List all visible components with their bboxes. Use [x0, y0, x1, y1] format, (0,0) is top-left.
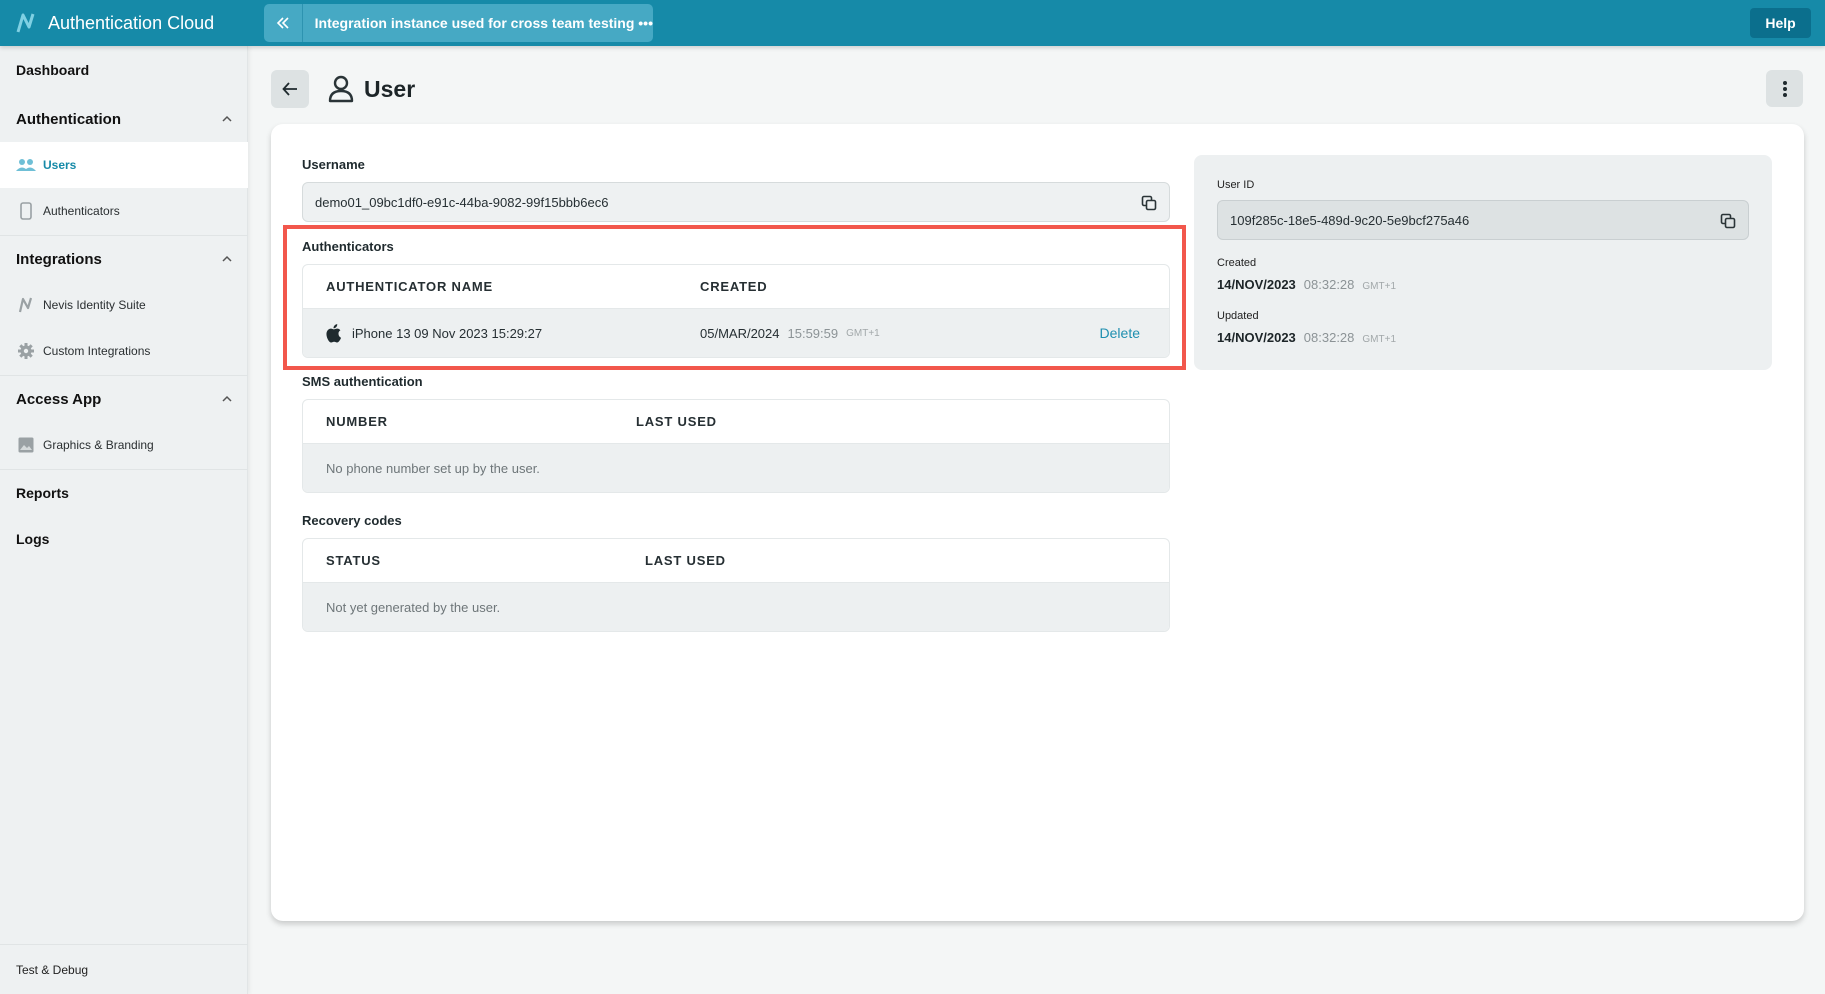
sidebar-divider	[0, 235, 248, 236]
user-id-label: User ID	[1217, 179, 1255, 191]
sidebar-group-label: Integrations	[16, 250, 102, 268]
top-header: Authentication Cloud Integration instanc…	[0, 0, 1825, 46]
sms-table: NUMBER LAST USED No phone number set up …	[302, 399, 1170, 493]
column-header: NUMBER	[326, 414, 388, 429]
created-cell: 05/MAR/2024 15:59:59 GMT+1	[700, 309, 880, 357]
copy-username-button[interactable]	[1139, 193, 1159, 213]
updated-label: Updated	[1217, 310, 1259, 322]
chevron-up-icon	[222, 255, 232, 262]
table-header: STATUS LAST USED	[303, 539, 1169, 583]
sidebar-item-test-debug[interactable]: Test & Debug	[0, 944, 248, 994]
table-row: iPhone 13 09 Nov 2023 15:29:27 05/MAR/20…	[303, 309, 1169, 357]
column-header: LAST USED	[645, 553, 726, 568]
nevis-logo-icon	[16, 13, 35, 33]
sidebar-item-label: Nevis Identity Suite	[43, 298, 146, 312]
username-value: demo01_09bc1df0-e91c-44ba-9082-99f15bbb6…	[315, 194, 609, 210]
updated-timezone: GMT+1	[1362, 334, 1397, 345]
user-id-field[interactable]: 109f285c-18e5-489d-9c20-5e9bcf275a46	[1217, 200, 1749, 240]
created-datetime: 14/NOV/2023 08:32:28 GMT+1	[1217, 277, 1396, 292]
sidebar: Dashboard Authentication Users Authentic…	[0, 46, 248, 994]
recovery-codes-table: STATUS LAST USED Not yet generated by th…	[302, 538, 1170, 632]
created-label: Created	[1217, 257, 1257, 269]
help-button[interactable]: Help	[1750, 8, 1811, 38]
image-icon	[16, 436, 36, 454]
updated-date: 14/NOV/2023	[1217, 330, 1296, 345]
user-icon	[328, 75, 354, 103]
sms-section-title: SMS authentication	[302, 374, 423, 389]
recovery-section-title: Recovery codes	[302, 513, 402, 528]
column-header: STATUS	[326, 553, 381, 568]
sidebar-group-integrations[interactable]: Integrations	[0, 239, 248, 279]
sidebar-group-access-app[interactable]: Access App	[0, 379, 248, 419]
empty-state-text: Not yet generated by the user.	[326, 599, 501, 615]
sidebar-item-reports[interactable]: Reports	[0, 473, 248, 513]
empty-state-text: No phone number set up by the user.	[326, 460, 540, 476]
username-field[interactable]: demo01_09bc1df0-e91c-44ba-9082-99f15bbb6…	[302, 182, 1170, 222]
double-chevron-left-icon	[276, 17, 289, 29]
updated-datetime: 14/NOV/2023 08:32:28 GMT+1	[1217, 330, 1396, 345]
more-vertical-icon	[1782, 80, 1787, 97]
back-button[interactable]	[271, 70, 309, 108]
phone-icon	[16, 202, 36, 220]
authenticator-name: iPhone 13 09 Nov 2023 15:29:27	[352, 325, 543, 341]
sidebar-item-graphics-branding[interactable]: Graphics & Branding	[0, 422, 248, 468]
user-id-value: 109f285c-18e5-489d-9c20-5e9bcf275a46	[1230, 212, 1470, 228]
copy-user-id-button[interactable]	[1718, 211, 1738, 231]
created-timezone: GMT+1	[846, 327, 880, 339]
column-header: AUTHENTICATOR NAME	[326, 279, 494, 294]
brand[interactable]: Authentication Cloud	[0, 0, 248, 46]
sidebar-item-label: Graphics & Branding	[43, 438, 154, 452]
sidebar-item-logs[interactable]: Logs	[0, 519, 248, 559]
sidebar-item-nevis-identity-suite[interactable]: Nevis Identity Suite	[0, 282, 248, 328]
created-date: 05/MAR/2024	[700, 325, 780, 341]
authenticator-name-cell: iPhone 13 09 Nov 2023 15:29:27	[326, 309, 542, 357]
copy-icon	[1141, 195, 1157, 211]
column-header: LAST USED	[636, 414, 717, 429]
created-date: 14/NOV/2023	[1217, 277, 1296, 292]
column-header: CREATED	[700, 279, 768, 294]
instance-title[interactable]: Integration instance used for cross team…	[303, 15, 653, 31]
username-label: Username	[302, 157, 365, 172]
created-time: 08:32:28	[1303, 277, 1355, 292]
sidebar-item-label: Users	[43, 158, 77, 172]
sidebar-item-users[interactable]: Users	[0, 142, 248, 188]
page-header: User	[328, 72, 415, 106]
table-row: No phone number set up by the user.	[303, 444, 1169, 492]
sidebar-divider	[0, 375, 248, 376]
created-timezone: GMT+1	[1362, 281, 1397, 292]
sidebar-item-authenticators[interactable]: Authenticators	[0, 188, 248, 234]
more-options-button[interactable]	[1766, 70, 1803, 107]
sidebar-item-label: Custom Integrations	[43, 344, 151, 358]
gear-icon	[16, 342, 36, 360]
sidebar-item-label: Authenticators	[43, 204, 120, 218]
authenticators-section-title: Authenticators	[302, 239, 394, 254]
updated-time: 08:32:28	[1303, 330, 1355, 345]
table-header: AUTHENTICATOR NAME CREATED	[303, 265, 1169, 309]
created-time: 15:59:59	[787, 325, 839, 341]
copy-icon	[1720, 213, 1736, 229]
user-info-panel: User ID 109f285c-18e5-489d-9c20-5e9bcf27…	[1194, 155, 1772, 370]
app-title: Authentication Cloud	[48, 12, 215, 33]
users-icon	[16, 156, 36, 174]
chevron-up-icon	[222, 395, 232, 402]
nevis-logo-icon	[16, 296, 36, 314]
table-row: Not yet generated by the user.	[303, 583, 1169, 631]
sidebar-item-dashboard[interactable]: Dashboard	[0, 50, 248, 90]
sidebar-divider	[0, 469, 248, 470]
table-header: NUMBER LAST USED	[303, 400, 1169, 444]
chevron-up-icon	[222, 115, 232, 122]
apple-icon	[326, 324, 341, 343]
arrow-left-icon	[282, 82, 297, 96]
instance-selector[interactable]: Integration instance used for cross team…	[264, 4, 653, 42]
delete-authenticator-button[interactable]: Delete	[1100, 325, 1140, 341]
sidebar-item-custom-integrations[interactable]: Custom Integrations	[0, 328, 248, 374]
sidebar-group-authentication[interactable]: Authentication	[0, 99, 248, 139]
authenticators-table: AUTHENTICATOR NAME CREATED iPhone 13 09 …	[302, 264, 1170, 358]
sidebar-group-label: Access App	[16, 390, 102, 408]
sidebar-group-label: Authentication	[16, 110, 121, 128]
page-title: User	[364, 75, 416, 102]
actions-cell: Delete	[1100, 309, 1140, 357]
collapse-sidebar-button[interactable]	[264, 4, 303, 42]
